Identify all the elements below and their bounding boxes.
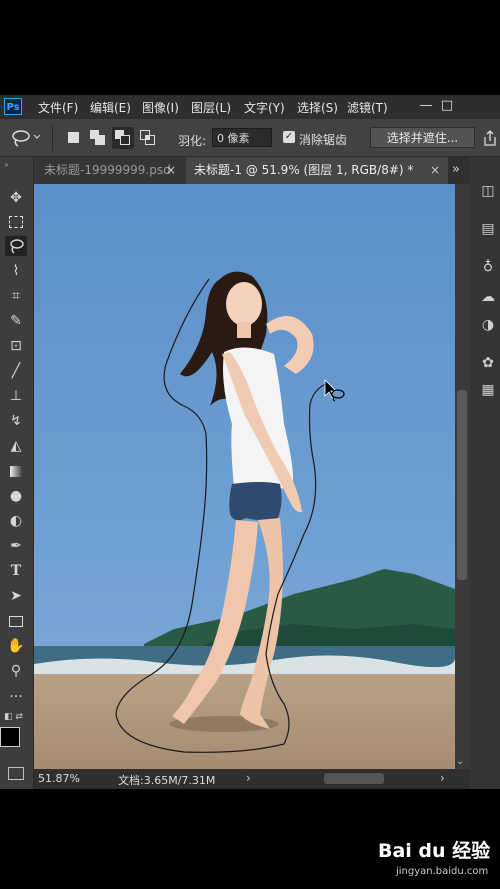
menu-image[interactable]: 图像(I) — [142, 99, 179, 116]
brush-icon[interactable]: ╱ — [5, 361, 27, 381]
document-size: 文档:3.65M/7.31M — [118, 774, 216, 787]
quick-select-icon[interactable]: ⌇ — [5, 261, 27, 281]
foreground-color-swatch[interactable] — [0, 727, 20, 747]
tools-panel: » ✥ ⌇ ⌗ ✎ ⊡ ╱ ⊥ ↯ ◭ ● ◐ ✒ T ➤ ✋ ⚲ ··· ◧ … — [0, 157, 34, 789]
stamp-icon[interactable]: ⊥ — [5, 386, 27, 406]
pen-icon[interactable]: ✒ — [5, 536, 27, 556]
tab-document-1[interactable]: 未标题-19999999.psd × — [34, 157, 186, 184]
document-tab-bar: 未标题-19999999.psd × 未标题-1 @ 51.9% (图层 1, … — [34, 157, 470, 184]
lasso-preset-icon — [12, 130, 41, 147]
zoom-level[interactable]: 51.87% — [38, 772, 80, 785]
tab-close-icon[interactable]: × — [430, 157, 440, 184]
tool-preset-picker[interactable] — [8, 127, 42, 149]
document-canvas[interactable] — [34, 184, 455, 769]
tab-overflow-icon[interactable]: » — [452, 162, 460, 177]
gradient-icon[interactable] — [5, 461, 27, 481]
menu-select[interactable]: 选择(S) — [297, 99, 338, 116]
dodge-icon[interactable]: ◐ — [5, 511, 27, 531]
lasso-icon[interactable] — [5, 236, 27, 256]
move-icon[interactable]: ✥ — [5, 188, 27, 208]
photo-image — [34, 184, 455, 769]
options-bar: 羽化: 0 像素 ✓ 消除锯齿 选择并遮住... — [0, 119, 500, 157]
select-and-mask-button[interactable]: 选择并遮住... — [370, 127, 475, 148]
vertical-scrollbar[interactable] — [457, 390, 467, 580]
tab-label: 未标题-1 @ 51.9% (图层 1, RGB/8#) * — [194, 163, 414, 177]
zoom-icon[interactable]: ⚲ — [5, 661, 27, 681]
antialias-label: 消除锯齿 — [299, 133, 348, 147]
history-brush-icon[interactable]: ↯ — [5, 411, 27, 431]
eyedropper-icon[interactable]: ✎ — [5, 311, 27, 331]
scroll-right-icon[interactable]: › — [440, 771, 445, 785]
restore-button[interactable]: □ — [437, 97, 457, 115]
feather-input[interactable]: 0 像素 — [212, 128, 272, 147]
more-icon[interactable]: ··· — [5, 687, 27, 707]
healing-icon[interactable]: ⊡ — [5, 336, 27, 356]
adjustments-icon[interactable]: ♁ — [478, 257, 498, 277]
horizontal-scrollbar[interactable] — [324, 773, 384, 784]
type-icon[interactable]: T — [5, 561, 27, 581]
menu-bar: Ps 文件(F) 编辑(E) 图像(I) 图层(L) 文字(Y) 选择(S) 滤… — [0, 95, 500, 119]
right-panel-dock: ◫ ▤ ♁ ☁ ◑ ✿ ▦ — [470, 157, 500, 789]
styles-icon[interactable]: ◑ — [478, 315, 498, 335]
swatches-icon[interactable]: ▦ — [478, 380, 498, 400]
minimize-button[interactable]: — — [416, 97, 436, 115]
menu-type[interactable]: 文字(Y) — [244, 99, 285, 116]
tab-close-icon[interactable]: × — [166, 157, 176, 184]
marquee-icon[interactable] — [5, 212, 27, 232]
watermark-url: jingyan.baidu.com — [396, 866, 489, 877]
status-menu-icon[interactable]: › — [246, 771, 251, 785]
feather-label: 羽化: — [178, 134, 207, 148]
tab-label: 未标题-19999999.psd — [44, 163, 171, 177]
rectangle-icon[interactable] — [5, 611, 27, 631]
menu-file[interactable]: 文件(F) — [38, 99, 78, 116]
crop-icon[interactable]: ⌗ — [5, 286, 27, 306]
path-select-icon[interactable]: ➤ — [5, 586, 27, 606]
new-selection-icon[interactable] — [66, 130, 82, 146]
properties-icon[interactable]: ◫ — [478, 181, 498, 201]
watermark-title: Bai du 经验 — [378, 840, 491, 862]
share-icon[interactable] — [482, 129, 498, 147]
color-icon[interactable]: ✿ — [478, 353, 498, 373]
cc-libraries-icon[interactable]: ☁ — [478, 287, 498, 307]
photoshop-logo: Ps — [4, 98, 22, 115]
eraser-icon[interactable]: ◭ — [5, 436, 27, 456]
panel-collapse-icon[interactable]: » — [4, 160, 9, 169]
hand-icon[interactable]: ✋ — [5, 636, 27, 656]
blur-icon[interactable]: ● — [5, 486, 27, 506]
libraries-icon[interactable]: ▤ — [478, 219, 498, 239]
menu-edit[interactable]: 编辑(E) — [90, 99, 131, 116]
menu-layer[interactable]: 图层(L) — [191, 99, 231, 116]
menu-filter[interactable]: 滤镜(T) — [347, 99, 388, 116]
antialias-checkbox[interactable]: ✓ — [283, 131, 295, 143]
intersect-selection-icon[interactable] — [140, 130, 156, 146]
status-bar: 51.87% 文档:3.65M/7.31M › › — [34, 769, 470, 789]
options-divider — [52, 125, 53, 151]
quick-mask-icon[interactable] — [8, 767, 24, 780]
scroll-down-icon[interactable]: ⌄ — [456, 756, 464, 767]
add-selection-icon[interactable] — [90, 130, 106, 146]
default-colors-icon[interactable]: ◧ ⇄ — [4, 712, 23, 722]
baidu-jingyan-watermark: Bai du 经验 jingyan.baidu.com — [378, 836, 498, 886]
tab-document-2[interactable]: 未标题-1 @ 51.9% (图层 1, RGB/8#) * × — [186, 157, 448, 184]
subtract-selection-icon[interactable] — [112, 127, 134, 149]
